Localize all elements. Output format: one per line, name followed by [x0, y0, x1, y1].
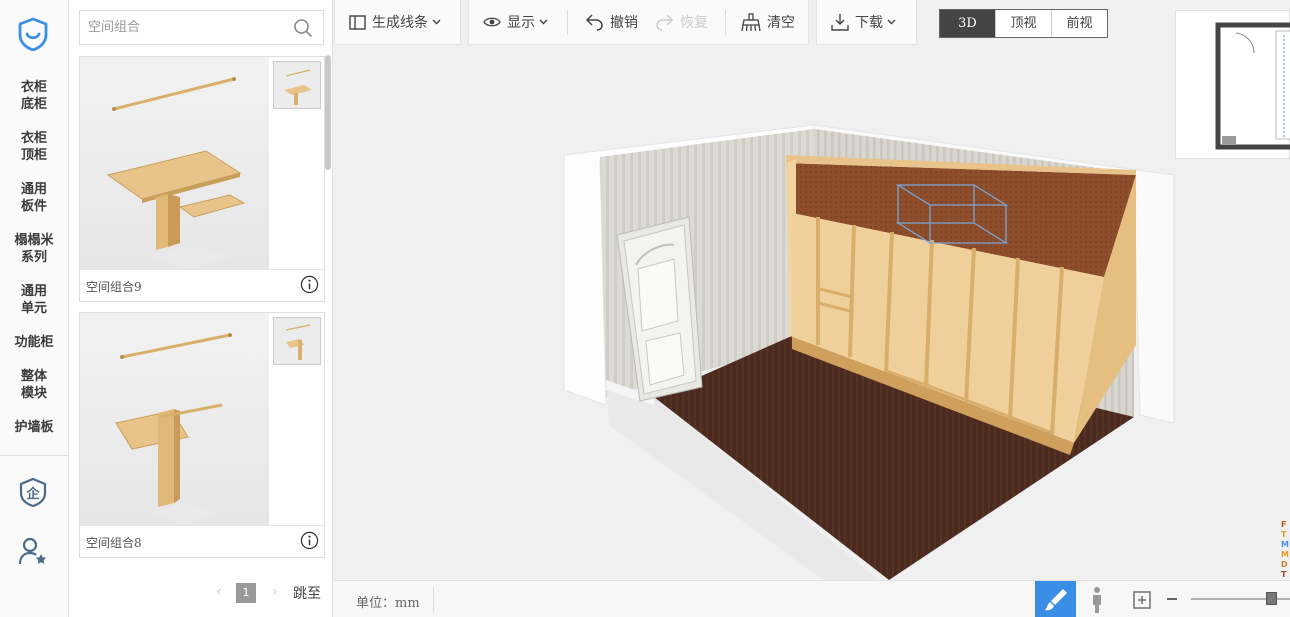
nav-category-label: 衣柜: [20, 131, 47, 146]
next-page-icon[interactable]: ›: [272, 584, 278, 600]
unit-label: 单位：mm: [356, 596, 420, 611]
item-title: 空间组合8: [86, 536, 142, 550]
nav-divider: [0, 455, 68, 456]
pagination: ‹ 1 › 跳至: [69, 580, 333, 606]
nav-category-label: 板件: [20, 199, 47, 214]
user-star-icon[interactable]: [17, 535, 49, 567]
current-page-button[interactable]: 1: [236, 583, 256, 603]
clear-label: 清空: [767, 15, 795, 31]
library-item-card[interactable]: 空间组合8: [79, 312, 325, 558]
status-bar: 单位：mm: [334, 580, 1290, 617]
library-item-card[interactable]: 空间组合9: [79, 56, 325, 302]
nav-category-general-units[interactable]: 通用 单元: [0, 283, 68, 317]
nav-category-label: 榻榻米: [14, 233, 54, 248]
search-input[interactable]: [80, 11, 280, 44]
nav-category-label: 整体: [20, 369, 47, 384]
fit-view-icon[interactable]: [1131, 589, 1153, 611]
redo-button[interactable]: 恢复: [655, 0, 708, 44]
info-icon[interactable]: [300, 531, 319, 550]
redo-icon: [656, 14, 674, 31]
view-mode-toggle: 3D 顶视 前视: [939, 9, 1108, 38]
download-button[interactable]: 下载: [831, 0, 902, 44]
item-preview-image: [80, 313, 269, 525]
item-title: 空间组合9: [86, 280, 142, 294]
nav-category-tatami[interactable]: 榻榻米 系列: [0, 232, 68, 266]
nav-category-wardrobe-base[interactable]: 衣柜 底柜: [0, 79, 68, 113]
brand-shield-logo-icon[interactable]: [17, 17, 49, 51]
undo-icon: [585, 14, 603, 31]
nav-category-function-cabinet[interactable]: 功能柜: [0, 334, 68, 351]
nav-category-whole-module[interactable]: 整体 模块: [0, 368, 68, 402]
3d-viewport[interactable]: [334, 45, 1290, 580]
item-thumbnail[interactable]: [273, 61, 321, 109]
svg-text:企: 企: [25, 486, 40, 502]
redo-label: 恢复: [680, 15, 708, 31]
toolbar-group-generate: 生成线条: [334, 0, 461, 45]
nav-category-label: 通用: [20, 182, 47, 197]
display-label: 显示: [507, 15, 535, 31]
nav-category-label: 系列: [20, 250, 47, 265]
category-nav: 衣柜 底柜 衣柜 顶柜 通用 板件 榻榻米 系列 通用 单元 功能柜 整体 模块 护墙板 企: [0, 0, 69, 617]
nav-category-label: 功能柜: [14, 335, 54, 350]
nav-category-general-panels[interactable]: 通用 板件: [0, 181, 68, 215]
floorplan-minimap[interactable]: [1175, 10, 1290, 159]
chevron-down-icon: [887, 19, 896, 25]
person-icon: [1093, 587, 1101, 613]
panel-layout-icon: [349, 14, 366, 30]
eye-icon: [483, 17, 501, 27]
nav-category-wardrobe-top[interactable]: 衣柜 顶柜: [0, 130, 68, 164]
toolbar-divider: [567, 10, 568, 35]
undo-button[interactable]: 撤销: [585, 0, 638, 44]
item-footer: 空间组合9: [80, 269, 324, 301]
nav-category-label: 模块: [20, 386, 47, 401]
zoom-slider-handle[interactable]: [1266, 592, 1277, 605]
view-front-tab[interactable]: 前视: [1051, 10, 1107, 37]
legend-cropped: F T M M D T: [1281, 520, 1289, 579]
prev-page-icon[interactable]: ‹: [216, 584, 222, 600]
download-label: 下载: [855, 15, 883, 31]
nav-category-label: 单元: [20, 301, 47, 316]
enterprise-icon[interactable]: 企: [17, 476, 49, 508]
walk-mode-button[interactable]: [1080, 581, 1114, 617]
status-divider: [433, 587, 434, 612]
info-icon[interactable]: [300, 275, 319, 294]
chevron-down-icon: [539, 19, 548, 25]
nav-category-wall-panel[interactable]: 护墙板: [0, 419, 68, 436]
nav-category-label: 底柜: [20, 97, 47, 112]
clear-button[interactable]: 清空: [741, 0, 795, 44]
item-preview-image: [80, 57, 269, 269]
search-box: [79, 10, 324, 45]
download-icon: [831, 14, 849, 31]
display-button[interactable]: 显示: [483, 0, 554, 44]
brush-icon: [1045, 589, 1067, 611]
library-scrollbar[interactable]: [325, 55, 331, 170]
view-top-tab[interactable]: 顶视: [995, 10, 1051, 37]
toolbar-group-edit: 显示 撤销 恢复 清空: [468, 0, 809, 45]
nav-category-label: 衣柜: [20, 80, 47, 95]
nav-category-label: 护墙板: [14, 420, 54, 435]
chevron-down-icon: [432, 19, 441, 25]
broom-icon: [741, 12, 761, 31]
search-icon[interactable]: [293, 18, 313, 38]
toolbar-divider: [725, 10, 726, 35]
generate-lines-label: 生成线条: [372, 15, 428, 31]
view-3d-tab[interactable]: 3D: [940, 10, 995, 37]
item-footer: 空间组合8: [80, 525, 324, 557]
generate-lines-button[interactable]: 生成线条: [349, 0, 447, 44]
toolbar-group-download: 下载: [816, 0, 917, 45]
paint-brush-tool-button[interactable]: [1035, 581, 1076, 617]
nav-category-label: 通用: [20, 284, 47, 299]
nav-category-label: 顶柜: [20, 148, 47, 163]
undo-label: 撤销: [610, 15, 638, 31]
component-library-panel: 空间组合9: [69, 0, 333, 617]
item-thumbnail[interactable]: [273, 317, 321, 365]
jump-to-page-link[interactable]: 跳至: [293, 583, 321, 603]
